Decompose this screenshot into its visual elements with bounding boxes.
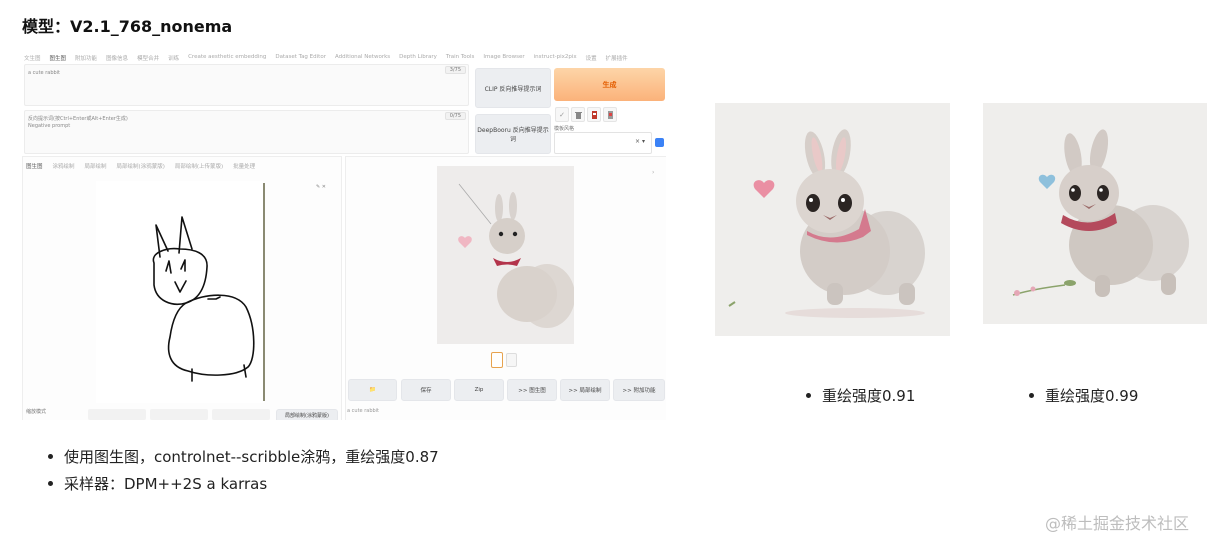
tab-aesthetic[interactable]: Create aesthetic embedding xyxy=(188,54,266,62)
trash-icon[interactable] xyxy=(571,107,585,122)
check-icon[interactable]: ✓ xyxy=(555,107,569,122)
tab-extensions[interactable]: 扩展插件 xyxy=(606,54,628,62)
resize-mode-options xyxy=(88,409,270,420)
send-to-img2img-button[interactable]: >> 图生图 xyxy=(507,379,557,401)
save-button[interactable]: 保存 xyxy=(401,379,451,401)
caption-2: 重绘强度0.99 xyxy=(1029,385,1138,406)
zip-button[interactable]: Zip xyxy=(454,379,504,401)
tab-train[interactable]: 训练 xyxy=(168,54,179,62)
inpaint-sketch-button[interactable]: 局部绘制(涂鸦蒙版) xyxy=(276,409,338,420)
result-image-2 xyxy=(983,103,1207,324)
generate-button[interactable]: 生成 xyxy=(554,68,665,101)
note-text: 使用图生图，controlnet--scribble涂鸦，重绘强度0.87 xyxy=(64,448,439,466)
style-select[interactable]: × ▾ xyxy=(554,132,652,154)
negative-prompt-placeholder: 反向提示词(按Ctrl+Enter或Alt+Enter生成) xyxy=(28,116,128,122)
webui-screenshot: 文生图 图生图 附加功能 图像信息 模型合并 训练 Create aesthet… xyxy=(22,52,666,420)
watermark: @稀土掘金技术社区 xyxy=(1045,514,1190,533)
negative-prompt-input[interactable]: 反向提示词(按Ctrl+Enter或Alt+Enter生成) Negative … xyxy=(24,110,469,154)
subtab-inpaint[interactable]: 局部绘制 xyxy=(85,162,107,170)
tab-additional-networks[interactable]: Additional Networks xyxy=(335,54,390,62)
notes-list: 使用图生图，controlnet--scribble涂鸦，重绘强度0.87 采样… xyxy=(48,443,439,497)
tab-txt2img[interactable]: 文生图 xyxy=(24,54,41,62)
caption-text: 重绘强度0.91 xyxy=(822,387,916,405)
rabbit-illustration xyxy=(715,103,950,336)
style-save-icon[interactable] xyxy=(603,107,617,122)
tab-settings[interactable]: 设置 xyxy=(586,54,597,62)
clip-interrogate-button[interactable]: CLIP 反向推导提示词 xyxy=(475,68,551,108)
subtab-inpaint-upload[interactable]: 局部绘制(上传蒙版) xyxy=(175,162,223,170)
page-title: 模型：V2.1_768_nonema xyxy=(22,17,233,36)
thumbnail-selected[interactable] xyxy=(491,352,503,368)
result-image-1 xyxy=(715,103,950,336)
collapse-icon[interactable]: › xyxy=(652,169,654,176)
tab-pix2pix[interactable]: instruct-pix2pix xyxy=(534,54,577,62)
resize-mode-label: 缩放模式 xyxy=(26,409,47,415)
subtab-batch[interactable]: 批量处理 xyxy=(233,162,255,170)
style-label: 模板风格 xyxy=(554,126,575,132)
prompt-token-counter: 3/75 xyxy=(444,66,466,74)
tab-extras[interactable]: 附加功能 xyxy=(75,54,97,62)
img2img-sub-tabs: 图生图 涂鸦绘制 局部绘制 局部绘制(涂鸦蒙版) 局部绘制(上传蒙版) 批量处理 xyxy=(26,162,255,170)
tab-depth-library[interactable]: Depth Library xyxy=(399,54,437,62)
subtab-inpaint-sketch[interactable]: 局部绘制(涂鸦蒙版) xyxy=(117,162,165,170)
send-to-inpaint-button[interactable]: >> 局部绘制 xyxy=(560,379,610,401)
prompt-text: a cute rabbit xyxy=(28,70,61,76)
resize-option[interactable] xyxy=(88,409,146,420)
canvas-right-edge xyxy=(263,183,265,401)
rabbit-output xyxy=(437,166,575,344)
prompt-input[interactable]: a cute rabbit 3/75 xyxy=(24,64,469,106)
style-apply-icon[interactable] xyxy=(587,107,601,122)
tab-image-browser[interactable]: Image Browser xyxy=(483,54,524,62)
subtab-img2img[interactable]: 图生图 xyxy=(26,162,43,170)
caption-text: 重绘强度0.99 xyxy=(1045,387,1139,405)
output-image[interactable] xyxy=(437,166,575,344)
caption-1: 重绘强度0.91 xyxy=(806,385,915,406)
rabbit-illustration xyxy=(983,103,1207,324)
tab-train-tools[interactable]: Train Tools xyxy=(446,54,475,62)
resize-option[interactable] xyxy=(212,409,270,420)
bullet-dot xyxy=(48,454,53,459)
bullet-dot xyxy=(806,393,811,398)
list-item: 采样器：DPM++2S a karras xyxy=(48,470,439,497)
deepbooru-interrogate-button[interactable]: DeepBooru 反向推导提示词 xyxy=(475,114,551,154)
send-to-extras-button[interactable]: >> 附加功能 xyxy=(613,379,665,401)
output-caption: a cute rabbit xyxy=(347,408,380,414)
rabbit-scribble xyxy=(152,216,255,382)
tab-img2img[interactable]: 图生图 xyxy=(50,54,67,62)
bullet-dot xyxy=(1029,393,1034,398)
webui-top-tabs: 文生图 图生图 附加功能 图像信息 模型合并 训练 Create aesthet… xyxy=(24,54,628,62)
canvas-tools[interactable]: ✎ ✕ xyxy=(316,184,326,190)
subtab-sketch[interactable]: 涂鸦绘制 xyxy=(53,162,75,170)
style-clear-icon[interactable]: × ▾ xyxy=(635,138,645,145)
tab-checkpoint-merger[interactable]: 模型合并 xyxy=(137,54,159,62)
refresh-icon[interactable] xyxy=(655,138,664,147)
negative-token-counter: 0/75 xyxy=(444,112,466,120)
tab-png-info[interactable]: 图像信息 xyxy=(106,54,128,62)
thumbnail[interactable] xyxy=(506,353,517,367)
negative-prompt-placeholder-en: Negative prompt xyxy=(28,123,71,129)
tab-dataset-tag-editor[interactable]: Dataset Tag Editor xyxy=(275,54,326,62)
scribble-canvas[interactable] xyxy=(96,181,264,403)
list-item: 使用图生图，controlnet--scribble涂鸦，重绘强度0.87 xyxy=(48,443,439,470)
resize-option[interactable] xyxy=(150,409,208,420)
note-text: 采样器：DPM++2S a karras xyxy=(64,475,268,493)
open-folder-button[interactable]: 📁 xyxy=(348,379,397,401)
bullet-dot xyxy=(48,481,53,486)
